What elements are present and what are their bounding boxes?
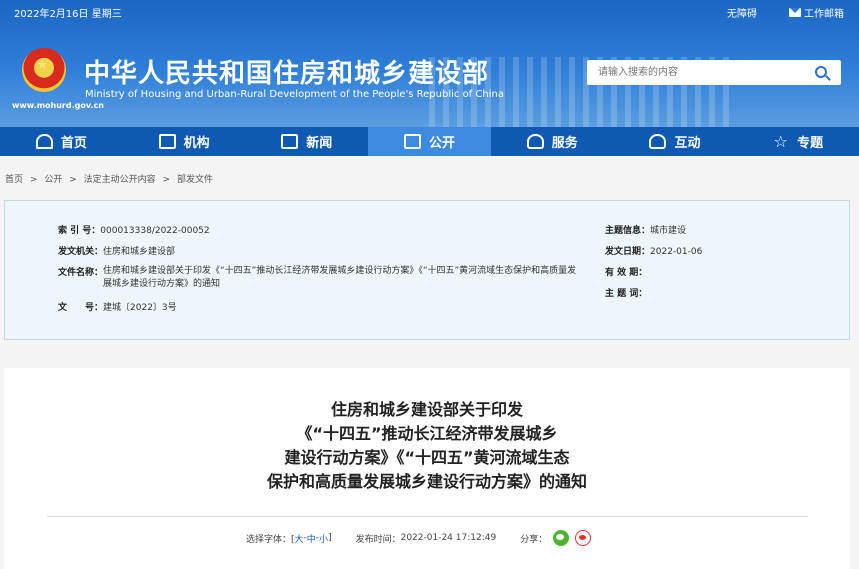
article-title: 住房和城乡建设部关于印发 《“十四五”推动长江经济带发展城乡 建设行动方案》《“… bbox=[4, 398, 850, 494]
topic-label: 主题信息： bbox=[605, 226, 651, 236]
document-info-panel: 索 引 号：000013338/2022-00052 发文机关：住房和城乡建设部… bbox=[4, 200, 850, 340]
article-title-line: 《“十四五”推动长江经济带发展城乡 bbox=[296, 424, 558, 443]
breadcrumb-disclosure[interactable]: 公开 bbox=[44, 175, 62, 185]
site-subtitle: Ministry of Housing and Urban-Rural Deve… bbox=[85, 89, 504, 100]
keywords-label: 主 题 词： bbox=[605, 289, 648, 299]
validity-label: 有 效 期： bbox=[605, 268, 648, 278]
issuer-value: 住房和城乡建设部 bbox=[103, 247, 176, 257]
topic-row: 主题信息：城市建设 bbox=[605, 223, 686, 236]
validity-row: 有 效 期： bbox=[605, 265, 647, 278]
breadcrumb-separator: > bbox=[29, 175, 38, 185]
users-icon bbox=[649, 134, 667, 149]
nav-label: 专题 bbox=[797, 136, 824, 151]
site-domain: www.mohurd.gov.cn bbox=[12, 101, 104, 110]
home-icon bbox=[35, 134, 53, 149]
wechat-share-icon[interactable] bbox=[553, 530, 570, 546]
document-number-value: 建城〔2022〕3号 bbox=[103, 303, 177, 313]
current-date: 2022年2月16日 星期三 bbox=[14, 9, 122, 20]
site-title[interactable]: 中华人民共和国住房和城乡建设部 bbox=[84, 53, 489, 90]
mail-icon bbox=[789, 8, 801, 17]
breadcrumb-home[interactable]: 首页 bbox=[5, 175, 23, 185]
font-size-small[interactable]: 小 bbox=[319, 532, 328, 545]
share-label: 分享： bbox=[520, 534, 548, 545]
article-meta: 选择字体：[ 大 - 中 - 小 ] 发布时间： 2022-01-24 17:1… bbox=[246, 530, 592, 546]
font-size-large[interactable]: 大 bbox=[295, 532, 304, 545]
font-size-label: 选择字体：[ bbox=[246, 534, 295, 545]
document-number-label: 文 号： bbox=[58, 303, 104, 313]
news-icon bbox=[281, 134, 299, 149]
nav-item-news[interactable]: 新闻 bbox=[245, 127, 368, 156]
national-emblem-logo[interactable] bbox=[22, 48, 66, 92]
main-nav: 首页 机构 新闻 公开 服务 互动 ☆ 专题 bbox=[0, 127, 859, 156]
site-header: 2022年2月16日 星期三 无障碍 工作邮箱 www.mohurd.gov.c… bbox=[0, 0, 859, 127]
breadcrumb-separator: > bbox=[162, 175, 171, 185]
nav-item-interaction[interactable]: 互动 bbox=[614, 127, 737, 156]
article-title-line: 建设行动方案》《“十四五”黄河流域生态 bbox=[284, 448, 570, 467]
breadcrumb-statutory[interactable]: 法定主动公开内容 bbox=[84, 175, 156, 185]
publish-time-value: 2022-01-24 17:12:49 bbox=[400, 533, 497, 543]
breadcrumb-ministry-documents[interactable]: 部发文件 bbox=[177, 175, 213, 185]
document-name-row: 文件名称： 住房和城乡建设部关于印发《“十四五”推动长江经济带发展城乡建设行动方案… bbox=[58, 265, 583, 291]
document-number-row: 文 号：建城〔2022〕3号 bbox=[58, 300, 177, 313]
nav-label: 公开 bbox=[429, 136, 456, 151]
nav-item-home[interactable]: 首页 bbox=[0, 127, 123, 156]
font-size-medium[interactable]: 中 bbox=[307, 532, 316, 545]
index-number-row: 索 引 号：000013338/2022-00052 bbox=[58, 223, 210, 236]
title-divider bbox=[47, 516, 807, 517]
building-icon bbox=[158, 134, 176, 149]
nav-label: 新闻 bbox=[306, 136, 333, 151]
disclosure-icon bbox=[404, 134, 421, 149]
nav-item-topics[interactable]: ☆ 专题 bbox=[736, 127, 859, 156]
keywords-row: 主 题 词： bbox=[605, 286, 647, 299]
nav-item-service[interactable]: 服务 bbox=[491, 127, 614, 156]
breadcrumb: 首页 > 公开 > 法定主动公开内容 > 部发文件 bbox=[5, 172, 217, 185]
search-box bbox=[587, 60, 841, 85]
search-icon[interactable] bbox=[815, 66, 827, 78]
document-name-value: 住房和城乡建设部关于印发《“十四五”推动长江经济带发展城乡建设行动方案》《“十四… bbox=[103, 266, 577, 289]
weibo-share-icon[interactable] bbox=[575, 530, 592, 546]
issuer-row: 发文机关：住房和城乡建设部 bbox=[58, 244, 175, 257]
nav-item-disclosure[interactable]: 公开 bbox=[368, 127, 491, 156]
webmail-link[interactable]: 工作邮箱 bbox=[789, 5, 844, 20]
index-number-value: 000013338/2022-00052 bbox=[100, 226, 210, 236]
nav-label: 服务 bbox=[551, 136, 578, 151]
issue-date-row: 发文日期：2022-01-06 bbox=[605, 244, 702, 257]
publish-time-label: 发布时间： bbox=[355, 534, 401, 545]
star-icon: ☆ bbox=[773, 132, 788, 151]
nav-label: 首页 bbox=[60, 136, 87, 151]
top-bar: 2022年2月16日 星期三 无障碍 工作邮箱 bbox=[0, 0, 859, 22]
webmail-label: 工作邮箱 bbox=[804, 9, 844, 20]
font-size-bracket: ] bbox=[328, 533, 332, 543]
accessibility-link[interactable]: 无障碍 bbox=[727, 5, 757, 20]
issue-date-label: 发文日期： bbox=[605, 247, 651, 257]
nav-item-organization[interactable]: 机构 bbox=[123, 127, 246, 156]
nav-label: 机构 bbox=[183, 136, 210, 151]
search-input[interactable] bbox=[587, 60, 807, 85]
document-name-label: 文件名称： bbox=[58, 268, 104, 278]
article: 住房和城乡建设部关于印发 《“十四五”推动长江经济带发展城乡 建设行动方案》《“… bbox=[4, 368, 850, 569]
nav-label: 互动 bbox=[674, 136, 701, 151]
issuer-label: 发文机关： bbox=[58, 247, 104, 257]
index-number-label: 索 引 号： bbox=[58, 226, 101, 236]
article-title-line: 住房和城乡建设部关于印发 bbox=[330, 400, 523, 419]
issue-date-value: 2022-01-06 bbox=[650, 247, 703, 257]
topic-value: 城市建设 bbox=[650, 226, 687, 236]
service-icon bbox=[526, 134, 544, 149]
article-title-line: 保护和高质量发展城乡建设行动方案》的通知 bbox=[266, 472, 587, 491]
breadcrumb-separator: > bbox=[69, 175, 77, 185]
